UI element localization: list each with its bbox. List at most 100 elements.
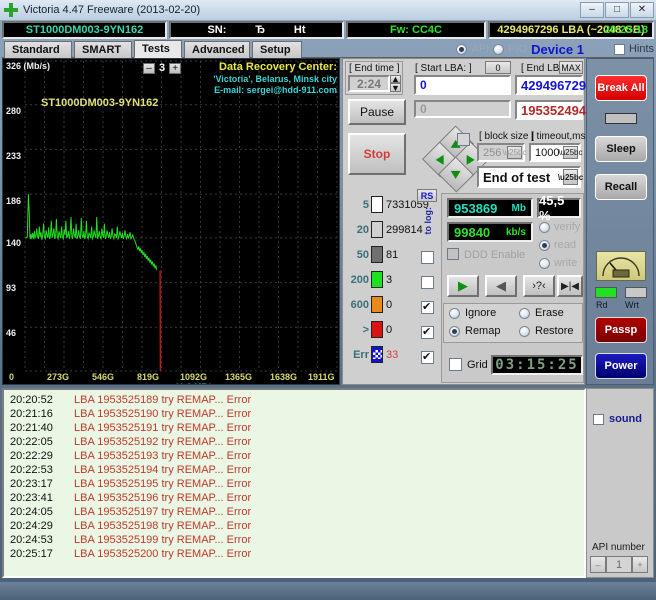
block-threshold-50: 50 xyxy=(356,248,369,261)
gauge-icon xyxy=(596,251,646,281)
device-name: Device 1 xyxy=(531,41,584,57)
tolog-checkbox-over[interactable] xyxy=(421,325,434,339)
seek-random-icon-button[interactable]: ›?‹ xyxy=(523,275,555,297)
ddd-enable-checkbox[interactable] xyxy=(447,248,459,260)
log-message: LBA 1953525198 try REMAP... Error xyxy=(74,520,252,532)
block-count-over: 0 xyxy=(386,323,393,336)
api-decrement-button[interactable]: – xyxy=(590,556,606,573)
action-remap-row[interactable]: Remap xyxy=(449,325,500,337)
log-time: 20:23:41 xyxy=(10,492,53,504)
sound-checkbox[interactable] xyxy=(593,413,604,425)
break-all-button[interactable]: Break All xyxy=(595,75,647,101)
action-erase-row[interactable]: Erase xyxy=(519,307,564,319)
close-button[interactable]: ✕ xyxy=(630,2,654,18)
api-number-label: API number xyxy=(592,542,645,553)
maximize-button[interactable]: □ xyxy=(605,2,629,18)
log-row: 20:20:52 LBA 1953525189 try REMAP... Err… xyxy=(4,393,584,407)
end-lba-input[interactable]: 4294967295 xyxy=(515,75,593,95)
timeout-value: 1000 xyxy=(535,146,560,159)
api-number-stepper[interactable]: – 1 + xyxy=(590,556,648,573)
dpad-lock-checkbox[interactable] xyxy=(457,133,470,146)
api-increment-button[interactable]: + xyxy=(632,556,648,573)
remap-radio[interactable] xyxy=(449,325,460,337)
timeout-select[interactable]: 1000 \u25bc xyxy=(529,143,583,162)
api-radio[interactable] xyxy=(456,43,468,55)
sound-row[interactable]: sound xyxy=(593,413,642,425)
pause-button[interactable]: Pause xyxy=(348,99,406,125)
start-lba-input[interactable]: 0 xyxy=(414,75,511,95)
block-count-50: 81 xyxy=(386,248,399,261)
rs-button[interactable]: RS xyxy=(417,189,437,202)
y-tick-1: 280 xyxy=(6,106,22,116)
minimize-button[interactable]: – xyxy=(580,2,604,18)
drive-info-strip: ST1000DM003-9YN162 SN: Ђ Ht Fw: CC4C 429… xyxy=(2,21,654,39)
tolog-checkbox-err[interactable] xyxy=(421,350,434,364)
mode-write-row[interactable]: write xyxy=(539,257,577,269)
play-icon-button[interactable]: ▶ xyxy=(447,275,479,297)
timeout-chevron-down-icon[interactable]: \u25bc xyxy=(558,146,583,159)
erase-radio[interactable] xyxy=(519,307,530,319)
power-button[interactable]: Power xyxy=(595,353,647,379)
bottom-right-panel: sound API number – 1 + xyxy=(586,388,654,578)
restore-radio[interactable] xyxy=(519,325,530,337)
x-tick-5: 1365G xyxy=(225,372,253,382)
grid-checkbox[interactable] xyxy=(449,358,462,371)
log-row: 20:24:53 LBA 1953525199 try REMAP... Err… xyxy=(4,533,584,547)
tab-standard[interactable]: Standard xyxy=(4,41,72,58)
recall-button[interactable]: Recall xyxy=(595,174,647,200)
ignore-radio[interactable] xyxy=(449,307,460,319)
victoria-app-window: Victoria 4.47 Freeware (2013-02-20) – □ … xyxy=(0,0,656,600)
stop-button[interactable]: Stop xyxy=(348,133,406,175)
tolog-checkbox-600[interactable] xyxy=(421,300,434,314)
tab-setup[interactable]: Setup xyxy=(252,41,302,58)
verify-radio[interactable] xyxy=(539,221,550,233)
hints-checkbox[interactable] xyxy=(613,43,625,55)
graph-zoom-stepper[interactable]: – 3 + xyxy=(143,62,182,74)
tolog-checkbox-50[interactable] xyxy=(421,251,434,264)
tab-smart[interactable]: SMART xyxy=(74,41,132,58)
log-message: LBA 1953525192 try REMAP... Error xyxy=(74,436,252,448)
action-ignore-row[interactable]: Ignore xyxy=(449,307,496,319)
seek-start-icon-button[interactable]: ▶|◀ xyxy=(557,275,583,297)
end-lba-max-button[interactable]: MAX xyxy=(559,61,583,74)
speed-unit: kb/s xyxy=(505,226,526,238)
block-size-select[interactable]: 256 \u25bc xyxy=(477,143,527,162)
end-time-down-spinner[interactable]: ▼ xyxy=(390,83,401,93)
log-message: LBA 1953525200 try REMAP... Error xyxy=(74,548,252,560)
mode-verify-row[interactable]: verify xyxy=(539,221,580,233)
start-lba-zero-button[interactable]: 0 xyxy=(485,61,511,74)
remap-label: Remap xyxy=(465,325,501,337)
block-count-200: 3 xyxy=(386,273,393,286)
block-stat-row-50: 50 81 xyxy=(345,243,431,266)
ignore-label: Ignore xyxy=(465,307,497,319)
block-swatch-err xyxy=(371,346,383,363)
tolog-checkbox-200[interactable] xyxy=(421,276,434,289)
write-radio[interactable] xyxy=(539,257,550,269)
y-tick-6: 46 xyxy=(6,328,17,338)
read-label: read xyxy=(554,239,577,251)
end-of-test-value: End of test xyxy=(483,169,551,185)
serial-value: Ђ xyxy=(255,24,266,36)
mode-read-row[interactable]: read xyxy=(539,239,576,251)
watermark-line-2: 'Victoria', Belarus, Minsk city xyxy=(213,73,337,84)
passport-button[interactable]: Passp xyxy=(595,317,647,343)
zoom-in-button[interactable]: + xyxy=(169,62,182,74)
end-time-value: 2:24 xyxy=(348,75,390,92)
action-restore-row[interactable]: Restore xyxy=(519,325,574,337)
tab-tests[interactable]: Tests xyxy=(134,40,182,58)
end-of-test-select[interactable]: End of test \u25bc xyxy=(477,166,583,188)
zoom-out-button[interactable]: – xyxy=(143,62,155,74)
block-size-chevron-down-icon[interactable]: \u25bc xyxy=(502,146,527,159)
block-swatch-over xyxy=(371,321,383,338)
rewind-icon-button[interactable]: ◀ xyxy=(485,275,517,297)
speed-graph[interactable]: 326 (Mb/s) 280 233 186 140 93 46 0 273G … xyxy=(2,58,340,385)
tab-advanced[interactable]: Advanced xyxy=(184,41,250,58)
log-time: 20:23:17 xyxy=(10,478,53,490)
block-threshold-20: 20 xyxy=(356,223,369,236)
sleep-button[interactable]: Sleep xyxy=(595,136,647,162)
log-row: 20:22:53 LBA 1953525194 try REMAP... Err… xyxy=(4,463,584,477)
pio-radio[interactable] xyxy=(493,43,505,55)
end-of-test-chevron-down-icon[interactable]: \u25bc xyxy=(558,169,583,185)
event-log[interactable]: 20:20:52 LBA 1953525189 try REMAP... Err… xyxy=(2,388,586,578)
read-radio[interactable] xyxy=(539,239,550,251)
